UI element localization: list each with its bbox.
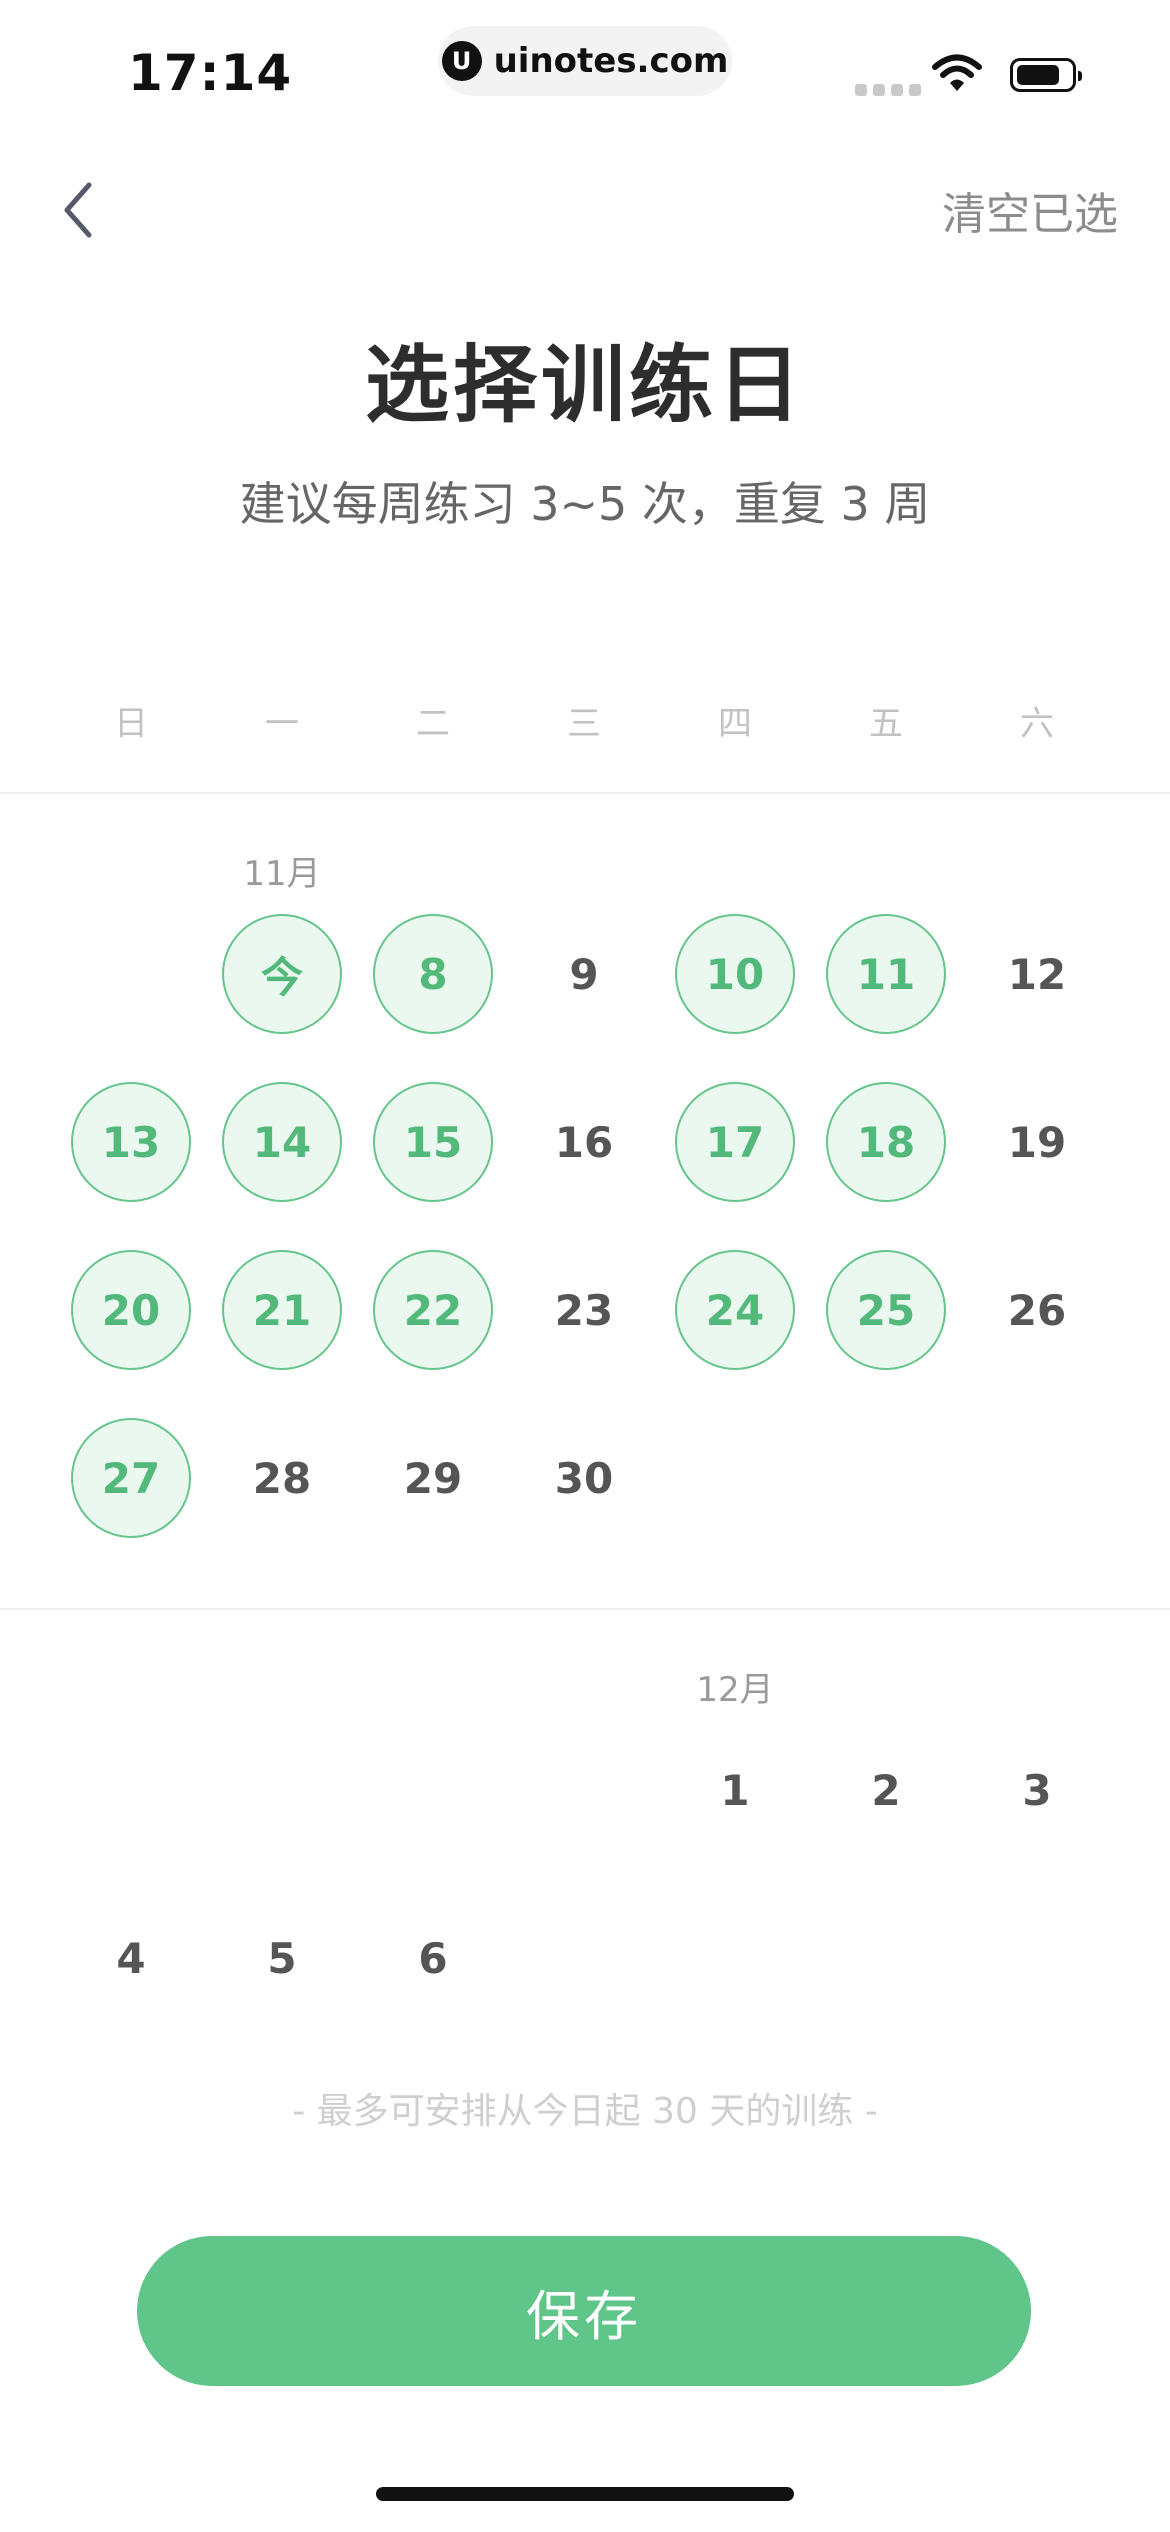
calendar-day[interactable]: 27 [71, 1418, 191, 1538]
calendar-day[interactable]: 28 [222, 1418, 342, 1538]
weekday-label: 五 [869, 704, 903, 744]
weekday-label: 日 [114, 704, 148, 744]
weekday-label: 三 [567, 704, 601, 744]
url-pill[interactable]: U uinotes.com [438, 26, 732, 96]
calendar-day[interactable]: 14 [222, 1082, 342, 1202]
url-text: uinotes.com [493, 41, 729, 81]
month-label-november: 11月 [243, 854, 321, 894]
calendar-day[interactable]: 15 [373, 1082, 493, 1202]
calendar-day[interactable]: 10 [675, 914, 795, 1034]
calendar-day[interactable]: 29 [373, 1418, 493, 1538]
calendar-day[interactable]: 26 [977, 1250, 1097, 1370]
save-button[interactable]: 保存 [137, 2236, 1031, 2386]
weekday-label: 二 [416, 704, 450, 744]
calendar-day[interactable]: 18 [826, 1082, 946, 1202]
nav-bar: 清空已选 [0, 170, 1170, 250]
calendar-day[interactable]: 今 [222, 914, 342, 1034]
calendar-day[interactable]: 17 [675, 1082, 795, 1202]
calendar-day[interactable]: 4 [71, 1898, 191, 2018]
clear-selection-button[interactable]: 清空已选 [942, 178, 1118, 242]
calendar-day[interactable]: 2 [826, 1730, 946, 1850]
weekday-label: 六 [1020, 704, 1054, 744]
site-logo-icon: U [441, 41, 482, 81]
calendar-day[interactable]: 21 [222, 1250, 342, 1370]
calendar-day[interactable]: 8 [373, 914, 493, 1034]
calendar-day[interactable]: 1 [675, 1730, 795, 1850]
calendar-day[interactable]: 13 [71, 1082, 191, 1202]
home-indicator [376, 2487, 794, 2501]
weekday-label: 四 [718, 704, 752, 744]
wifi-icon [932, 54, 982, 91]
battery-icon [1010, 58, 1082, 92]
subtitle: 建议每周练习 3~5 次，重复 3 周 [239, 477, 931, 531]
chevron-left-icon [64, 182, 92, 238]
calendar-day[interactable]: 19 [977, 1082, 1097, 1202]
calendar-day[interactable]: 20 [71, 1250, 191, 1370]
divider [0, 1608, 1170, 1610]
calendar-day[interactable]: 12 [977, 914, 1097, 1034]
status-time: 17:14 [128, 44, 293, 102]
divider [0, 792, 1170, 794]
calendar-day[interactable]: 30 [524, 1418, 644, 1538]
calendar-day[interactable]: 25 [826, 1250, 946, 1370]
calendar-day[interactable]: 11 [826, 914, 946, 1034]
calendar-day[interactable]: 24 [675, 1250, 795, 1370]
calendar-day[interactable]: 9 [524, 914, 644, 1034]
weekday-header: 日 一 二 三 四 五 六 [0, 696, 1170, 746]
calendar-day[interactable]: 22 [373, 1250, 493, 1370]
cellular-signal-icon [855, 84, 921, 96]
page-title: 选择训练日 [364, 336, 805, 434]
calendar-day[interactable]: 5 [222, 1898, 342, 2018]
weekday-label: 一 [265, 704, 299, 744]
calendar-day[interactable]: 16 [524, 1082, 644, 1202]
calendar-day[interactable]: 23 [524, 1250, 644, 1370]
status-bar: 17:14 U uinotes.com [0, 0, 1170, 140]
back-button[interactable] [44, 170, 114, 250]
calendar-day[interactable]: 6 [373, 1898, 493, 2018]
footer-note: - 最多可安排从今日起 30 天的训练 - [292, 2091, 878, 2132]
month-label-december: 12月 [696, 1670, 774, 1710]
calendar-day[interactable]: 3 [977, 1730, 1097, 1850]
